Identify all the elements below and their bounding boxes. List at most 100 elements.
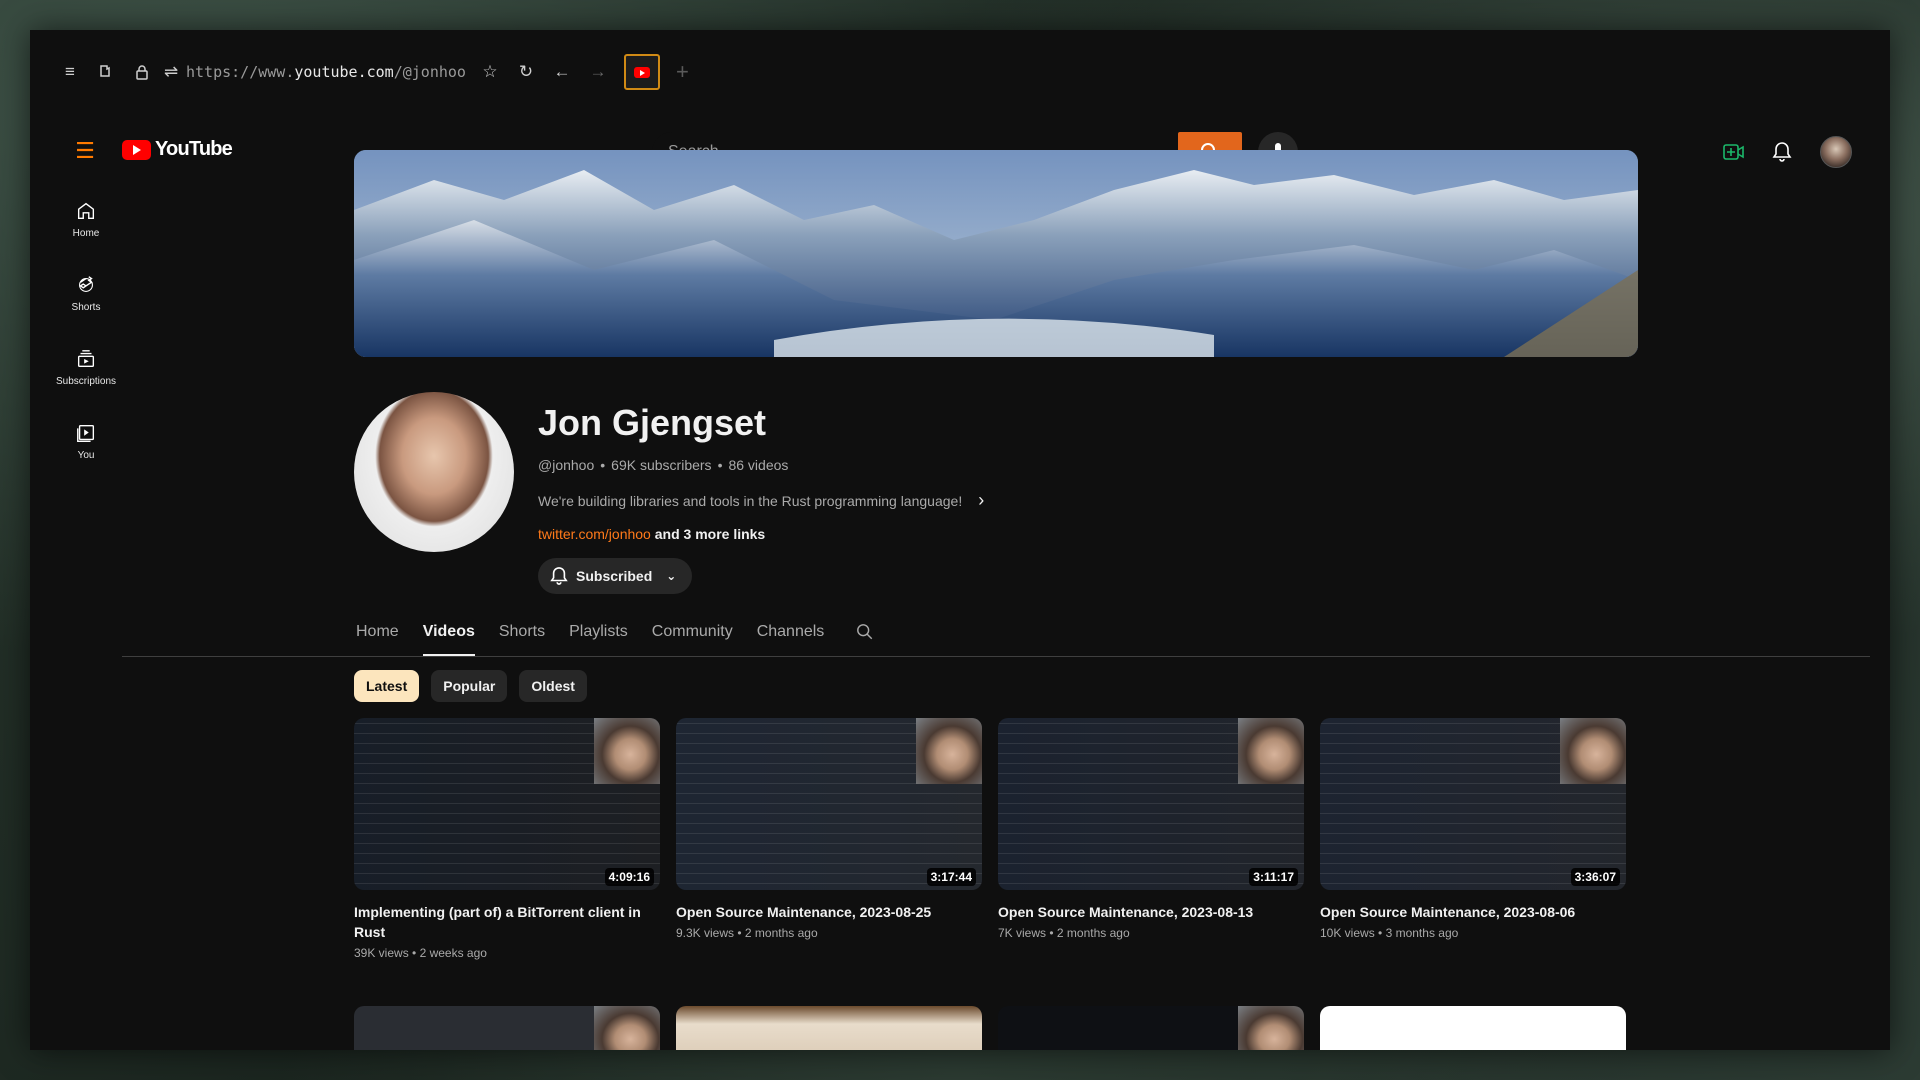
video-title[interactable]: Open Source Maintenance, 2023-08-13: [998, 902, 1288, 922]
new-tab-icon[interactable]: +: [676, 59, 689, 85]
lock-icon: [124, 54, 160, 90]
subscriptions-icon: [77, 349, 95, 367]
webcam-face: [1238, 1006, 1304, 1050]
sidebar-item-shorts[interactable]: Shorts: [30, 256, 142, 330]
channel-search-button[interactable]: [856, 608, 874, 656]
logo-text: YouTube: [155, 138, 233, 160]
video-thumbnail[interactable]: 3:17:44: [676, 718, 982, 890]
avatar: [1820, 136, 1852, 168]
view-count: 39K views: [354, 946, 409, 960]
reload-icon[interactable]: ↻: [508, 54, 544, 90]
chevron-down-icon: ⌄: [666, 569, 677, 583]
guide-menu-icon[interactable]: ☰: [70, 136, 100, 166]
video-title[interactable]: Open Source Maintenance, 2023-08-25: [676, 902, 966, 922]
video-thumbnail[interactable]: [1320, 1006, 1626, 1050]
tab-videos[interactable]: Videos: [422, 608, 476, 656]
video-meta: 10K views • 3 months ago: [1320, 926, 1459, 940]
forward-icon[interactable]: →: [580, 54, 616, 90]
tab-shorts[interactable]: Shorts: [499, 608, 545, 656]
more-links[interactable]: and 3 more links: [655, 526, 765, 542]
home-icon: [77, 202, 95, 219]
bookmark-star-icon[interactable]: ☆: [472, 54, 508, 90]
video-title[interactable]: Implementing (part of) a BitTorrent clie…: [354, 902, 644, 942]
mini-guide-sidebar: Home Shorts Subscriptions You: [30, 182, 142, 478]
tab-home[interactable]: Home: [356, 608, 399, 656]
view-count: 7K views: [998, 926, 1047, 940]
video-duration: 4:09:16: [604, 868, 654, 886]
channel-meta: @jonhoo • 69K subscribers • 86 videos: [538, 457, 788, 473]
upload-age: 2 months ago: [744, 926, 818, 940]
video-duration: 3:11:17: [1249, 868, 1298, 886]
back-icon[interactable]: ←: [544, 54, 580, 90]
video-card[interactable]: 4:09:16 Implementing (part of) a BitTorr…: [354, 718, 660, 960]
channel-link[interactable]: twitter.com/jonhoo: [538, 526, 651, 542]
channel-name: Jon Gjengset: [538, 402, 767, 443]
video-meta: 7K views • 2 months ago: [998, 926, 1130, 940]
channel-avatar[interactable]: [354, 392, 514, 552]
url-bar[interactable]: https://www.youtube.com/@jonhoo/v: [186, 63, 466, 81]
view-count: 9.3K views: [676, 926, 735, 940]
subscribe-label: Subscribed: [576, 568, 653, 584]
youtube-tab[interactable]: [624, 54, 660, 90]
video-thumbnail[interactable]: 3:36:07: [1320, 718, 1626, 890]
mountain-landscape-image: [354, 150, 1638, 357]
tab-playlists[interactable]: Playlists: [569, 608, 628, 656]
video-count: 86 videos: [728, 457, 789, 473]
sidebar-item-label: Home: [72, 227, 100, 239]
webcam-face: [1560, 718, 1626, 784]
webcam-face: [916, 718, 982, 784]
video-card[interactable]: 3:11:17 Open Source Maintenance, 2023-08…: [998, 718, 1304, 940]
site-settings-icon[interactable]: ⇌: [160, 54, 182, 90]
sidebar-item-home[interactable]: Home: [30, 182, 142, 256]
video-thumbnail[interactable]: 3:11:17: [998, 718, 1304, 890]
upload-age: 2 weeks ago: [419, 946, 487, 960]
sidebar-item-you[interactable]: You: [30, 404, 142, 478]
video-card[interactable]: 3:36:07 Open Source Maintenance, 2023-08…: [1320, 718, 1626, 940]
video-thumbnail[interactable]: [676, 1006, 982, 1050]
browser-toolbar: ≡ ⇌ https://www.youtube.com/@jonhoo/v ☆ …: [30, 30, 1890, 114]
chevron-right-icon: ›: [978, 490, 985, 510]
sidebar-item-subscriptions[interactable]: Subscriptions: [30, 330, 142, 404]
bell-icon: [1772, 142, 1792, 162]
video-meta: 39K views • 2 weeks ago: [354, 946, 487, 960]
youtube-play-icon: [122, 139, 151, 160]
youtube-logo[interactable]: YouTube: [122, 138, 233, 161]
video-thumbnail[interactable]: 4:09:16: [354, 718, 660, 890]
chip-popular[interactable]: Popular: [431, 670, 508, 702]
upload-age: 2 months ago: [1056, 926, 1130, 940]
account-avatar[interactable]: [1820, 136, 1852, 168]
webcam-face: [594, 1006, 660, 1050]
video-duration: 3:36:07: [1570, 868, 1620, 886]
video-title[interactable]: Open Source Maintenance, 2023-08-06: [1320, 902, 1610, 922]
video-card[interactable]: 3:17:44 Open Source Maintenance, 2023-08…: [676, 718, 982, 940]
search-icon: [857, 624, 873, 640]
create-video-icon: [1723, 144, 1744, 160]
video-meta: 9.3K views • 2 months ago: [676, 926, 818, 940]
upload-age: 3 months ago: [1385, 926, 1459, 940]
subscriber-count: 69K subscribers: [611, 457, 712, 473]
extensions-icon[interactable]: [88, 54, 124, 90]
channel-handle: @jonhoo: [538, 457, 595, 473]
youtube-favicon-icon: [634, 66, 650, 78]
bell-icon: [550, 567, 568, 585]
menu-icon[interactable]: ≡: [52, 54, 88, 90]
tab-community[interactable]: Community: [652, 608, 733, 656]
shorts-icon: [79, 275, 93, 292]
subscribed-button[interactable]: Subscribed ⌄: [538, 558, 693, 594]
notifications-button[interactable]: [1766, 136, 1798, 168]
channel-tabs: Home Videos Shorts Playlists Community C…: [356, 608, 898, 656]
video-thumbnail[interactable]: [998, 1006, 1304, 1050]
sidebar-item-label: Subscriptions: [55, 375, 117, 387]
sidebar-item-label: You: [77, 449, 95, 461]
video-duration: 3:17:44: [926, 868, 976, 886]
chip-latest[interactable]: Latest: [354, 670, 420, 702]
video-thumbnail[interactable]: [354, 1006, 660, 1050]
channel-description[interactable]: We're building libraries and tools in th…: [538, 490, 984, 511]
channel-banner: [354, 150, 1638, 357]
tab-channels[interactable]: Channels: [757, 608, 825, 656]
chip-oldest[interactable]: Oldest: [519, 670, 587, 702]
create-button[interactable]: [1718, 136, 1750, 168]
channel-links: twitter.com/jonhoo and 3 more links: [538, 526, 765, 542]
sort-chips: Latest Popular Oldest: [354, 670, 587, 702]
sidebar-item-label: Shorts: [71, 301, 101, 313]
